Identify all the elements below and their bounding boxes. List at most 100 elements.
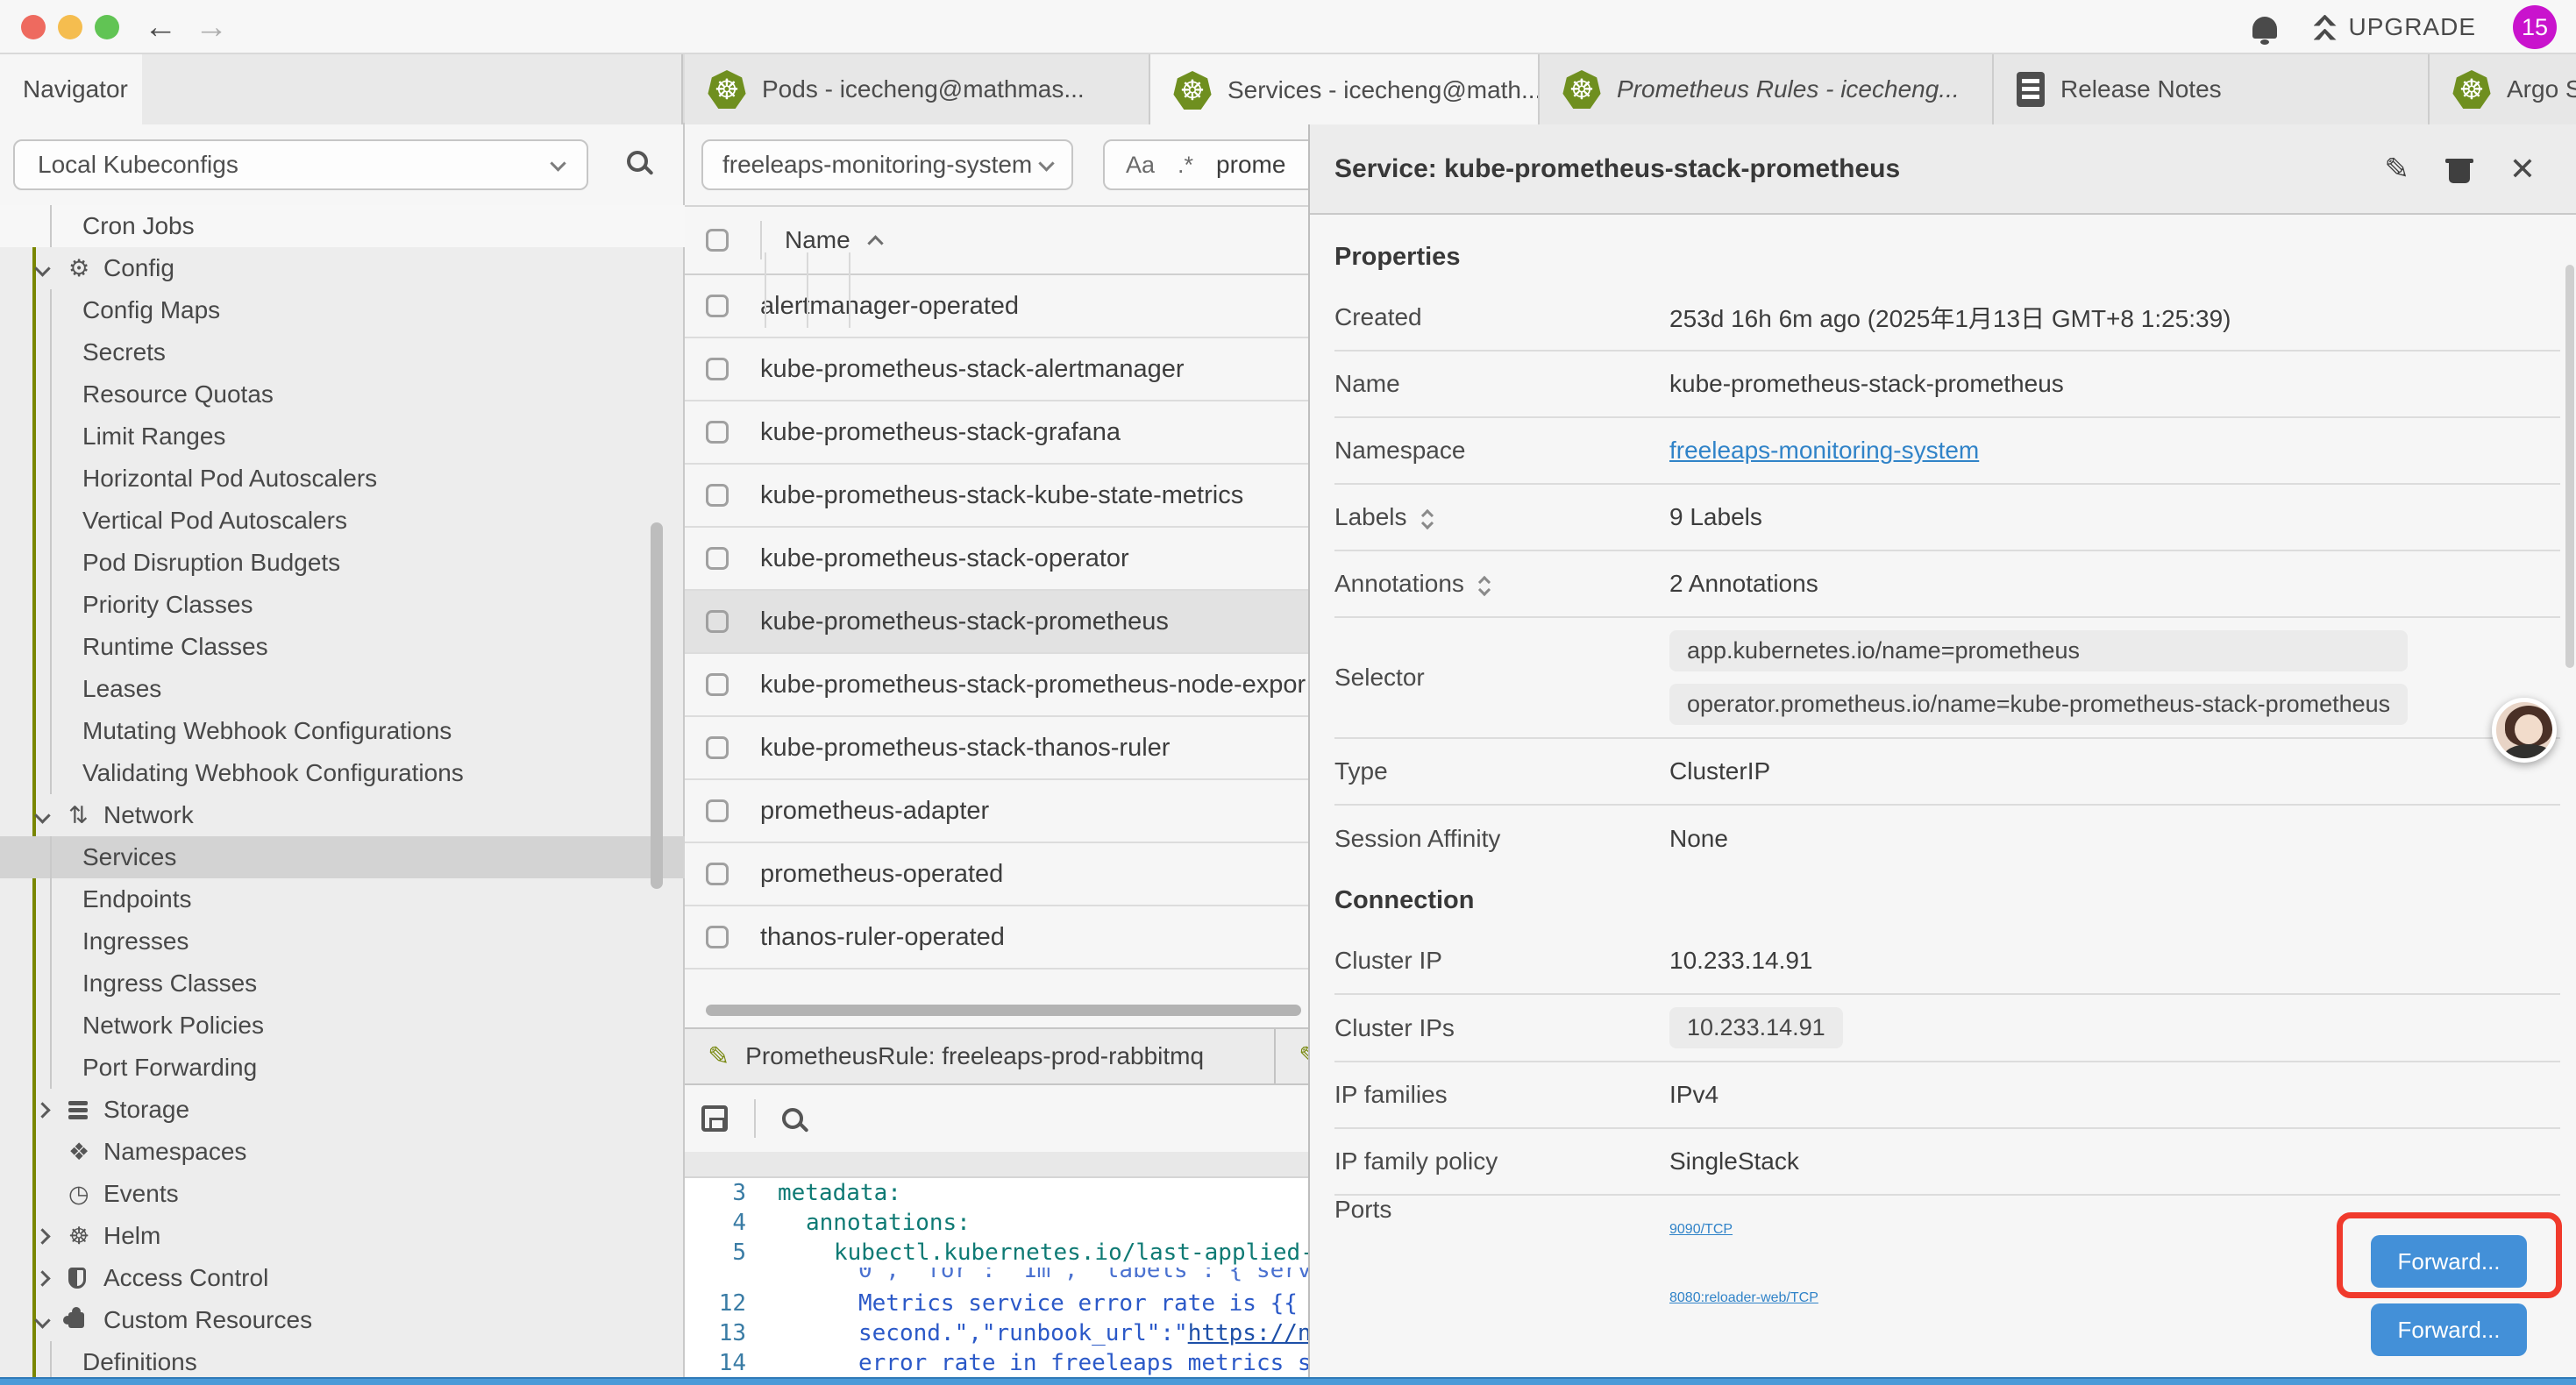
edit-pencil-icon[interactable]: ✎ — [2384, 152, 2409, 187]
row-checkbox[interactable] — [706, 610, 729, 633]
assistant-avatar[interactable] — [2492, 698, 2557, 763]
service-row-thanos-ruler-operated[interactable]: thanos-ruler-operated — [685, 906, 1368, 970]
sidebar-item-priority-classes[interactable]: Priority Classes — [0, 584, 685, 626]
forward-arrow-icon[interactable]: → — [195, 5, 228, 49]
service-row-alertmanager-operated[interactable]: alertmanager-operated — [685, 275, 1368, 338]
sidebar-item-helm[interactable]: ☸Helm — [0, 1215, 685, 1257]
row-checkbox[interactable] — [706, 736, 729, 759]
editor-search-icon[interactable] — [782, 1108, 803, 1129]
sidebar-item-storage[interactable]: Storage — [0, 1089, 685, 1131]
sidebar-item-network-policies[interactable]: Network Policies — [0, 1005, 685, 1047]
kubeconfig-select[interactable]: Local Kubeconfigs — [13, 139, 588, 190]
sidebar-item-custom-resources[interactable]: Custom Resources — [0, 1299, 685, 1341]
sidebar-item-port-forwarding[interactable]: Port Forwarding — [0, 1047, 685, 1089]
horizontal-scrollbar-thumb[interactable] — [706, 1005, 1301, 1016]
window-zoom-button[interactable] — [95, 15, 119, 39]
port-link[interactable]: 9090/TCP — [1669, 1222, 1733, 1238]
service-row-prometheus-operated[interactable]: prometheus-operated — [685, 843, 1368, 906]
service-row-kube-prometheus-stack-thanos-ruler[interactable]: kube-prometheus-stack-thanos-ruler — [685, 717, 1368, 780]
editor-toolbar — [685, 1085, 1368, 1152]
window-close-button[interactable] — [21, 15, 46, 39]
kubernetes-icon: ☸ — [1173, 71, 1212, 110]
sidebar-search-icon[interactable] — [627, 151, 648, 172]
sidebar-item-limit-ranges[interactable]: Limit Ranges — [0, 416, 685, 458]
editor-tab-prometheusrule[interactable]: ✎ PrometheusRule: freeleaps-prod-rabbitm… — [685, 1029, 1276, 1083]
name-column-header[interactable]: Name — [785, 226, 881, 254]
service-row-kube-prometheus-stack-kube-state-metrics[interactable]: kube-prometheus-stack-kube-state-metrics — [685, 465, 1368, 528]
row-checkbox[interactable] — [706, 484, 729, 507]
sidebar-item-vertical-pod-autoscalers[interactable]: Vertical Pod Autoscalers — [0, 500, 685, 542]
sidebar-item-services[interactable]: Services — [0, 836, 685, 878]
sidebar-item-endpoints[interactable]: Endpoints — [0, 878, 685, 920]
sidebar-item-mutating-webhook-configurations[interactable]: Mutating Webhook Configurations — [0, 710, 685, 752]
service-detail-panel: Service: kube-prometheus-stack-prometheu… — [1308, 124, 2576, 1377]
detail-scrollbar[interactable] — [2565, 265, 2574, 668]
port-link[interactable]: 8080:reloader-web/TCP — [1669, 1290, 1818, 1306]
sort-toggle-icon[interactable] — [1480, 574, 1489, 594]
yaml-editor[interactable]: 3metadata:4annotations:5kubectl.kubernet… — [685, 1178, 1368, 1377]
row-checkbox[interactable] — [706, 863, 729, 885]
tab-services-icecheng-math[interactable]: ☸Services - icecheng@math...✕ — [1150, 54, 1540, 126]
horizontal-scrollbar[interactable] — [685, 1003, 1368, 1017]
tab-pods-icecheng-mathmas[interactable]: ☸Pods - icecheng@mathmas... — [685, 54, 1150, 124]
detail-label: IP families — [1334, 1081, 1669, 1109]
trash-icon[interactable] — [2448, 154, 2471, 184]
row-checkbox[interactable] — [706, 799, 729, 822]
notification-count-badge[interactable]: 15 — [2513, 5, 2557, 49]
service-row-kube-prometheus-stack-grafana[interactable]: kube-prometheus-stack-grafana — [685, 401, 1368, 465]
sidebar-item-ingresses[interactable]: Ingresses — [0, 920, 685, 962]
forward-button[interactable]: Forward... — [2371, 1303, 2527, 1356]
detail-row-cluster-ip: Cluster IP10.233.14.91 — [1334, 928, 2560, 995]
regex-icon[interactable]: .* — [1178, 152, 1193, 179]
close-icon[interactable]: ✕ — [2509, 151, 2536, 188]
network-icon: ⇅ — [68, 802, 103, 829]
sidebar-item-leases[interactable]: Leases — [0, 668, 685, 710]
window-minimize-button[interactable] — [58, 15, 82, 39]
sidebar-scrollbar[interactable] — [651, 522, 663, 889]
detail-label: Name — [1334, 370, 1669, 398]
row-checkbox[interactable] — [706, 295, 729, 317]
sidebar-item-resource-quotas[interactable]: Resource Quotas — [0, 373, 685, 416]
match-case-icon[interactable]: Aa — [1126, 152, 1155, 179]
tab-label: Argo Se — [2507, 75, 2576, 103]
back-arrow-icon[interactable]: ← — [144, 5, 177, 49]
tab-prometheus-rules-icecheng[interactable]: ☸Prometheus Rules - icecheng... — [1540, 54, 1994, 124]
sidebar-item-definitions[interactable]: Definitions — [0, 1341, 685, 1377]
row-checkbox[interactable] — [706, 926, 729, 948]
service-row-kube-prometheus-stack-prometheus-node-expor[interactable]: kube-prometheus-stack-prometheus-node-ex… — [685, 654, 1368, 717]
sidebar-item-config-maps[interactable]: Config Maps — [0, 289, 685, 331]
sidebar-item-validating-webhook-configurations[interactable]: Validating Webhook Configurations — [0, 752, 685, 794]
navigator-tree: Cron Jobs⚙ConfigConfig MapsSecretsResour… — [0, 205, 685, 1377]
row-checkbox[interactable] — [706, 547, 729, 570]
code-indent-guide — [765, 252, 766, 328]
namespace-link[interactable]: freeleaps-monitoring-system — [1669, 437, 1979, 464]
sidebar-item-config[interactable]: ⚙Config — [0, 247, 685, 289]
sidebar-item-pod-disruption-budgets[interactable]: Pod Disruption Budgets — [0, 542, 685, 584]
service-row-kube-prometheus-stack-alertmanager[interactable]: kube-prometheus-stack-alertmanager — [685, 338, 1368, 401]
tab-release-notes[interactable]: Release Notes — [1994, 54, 2430, 124]
upgrade-button[interactable]: UPGRADE — [2314, 13, 2476, 41]
sort-toggle-icon[interactable] — [1423, 508, 1432, 528]
sidebar-item-network[interactable]: ⇅Network — [0, 794, 685, 836]
navigator-panel-tab[interactable]: Navigator — [0, 54, 142, 124]
sidebar-item-namespaces[interactable]: ❖Namespaces — [0, 1131, 685, 1173]
tab-argo-se[interactable]: ☸Argo Se — [2430, 54, 2576, 124]
service-row-kube-prometheus-stack-prometheus[interactable]: kube-prometheus-stack-prometheus — [685, 591, 1368, 654]
service-row-kube-prometheus-stack-operator[interactable]: kube-prometheus-stack-operator — [685, 528, 1368, 591]
sidebar-item-ingress-classes[interactable]: Ingress Classes — [0, 962, 685, 1005]
row-checkbox[interactable] — [706, 358, 729, 380]
row-checkbox[interactable] — [706, 421, 729, 444]
sidebar-item-runtime-classes[interactable]: Runtime Classes — [0, 626, 685, 668]
sidebar-item-secrets[interactable]: Secrets — [0, 331, 685, 373]
editor-tab-strip: ✎ PrometheusRule: freeleaps-prod-rabbitm… — [685, 1027, 1368, 1085]
sidebar-item-cron-jobs[interactable]: Cron Jobs — [0, 205, 685, 247]
sidebar-item-access-control[interactable]: Access Control — [0, 1257, 685, 1299]
row-checkbox[interactable] — [706, 673, 729, 696]
save-icon[interactable] — [701, 1105, 728, 1132]
sidebar-item-events[interactable]: ◷Events — [0, 1173, 685, 1215]
notification-bell-icon[interactable] — [2252, 17, 2277, 39]
select-all-checkbox[interactable] — [706, 229, 729, 252]
namespace-select[interactable]: freeleaps-monitoring-system — [701, 139, 1073, 190]
sidebar-item-horizontal-pod-autoscalers[interactable]: Horizontal Pod Autoscalers — [0, 458, 685, 500]
service-row-prometheus-adapter[interactable]: prometheus-adapter — [685, 780, 1368, 843]
